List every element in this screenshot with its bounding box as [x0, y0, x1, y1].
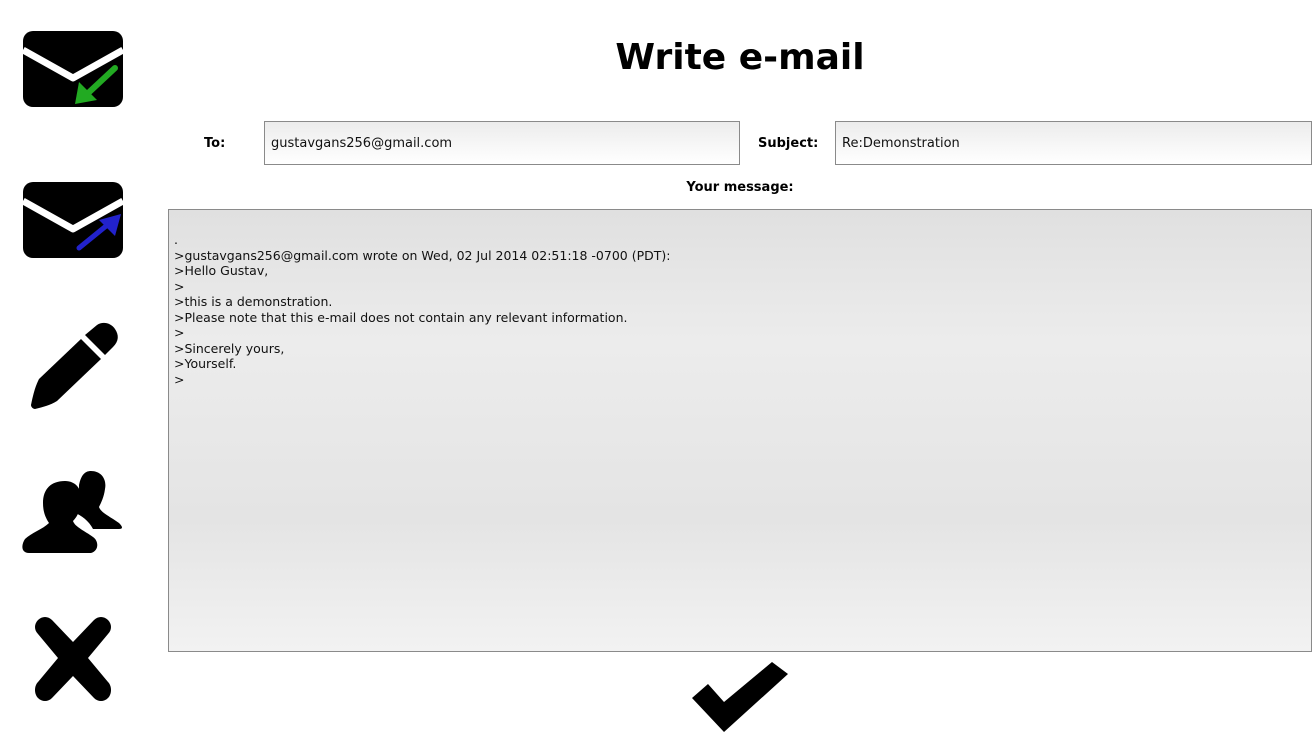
message-label: Your message: — [686, 180, 794, 195]
contacts-button[interactable] — [18, 466, 128, 556]
envelope-outgoing-icon — [21, 182, 125, 258]
sidebar — [0, 0, 150, 741]
to-field[interactable] — [264, 121, 740, 165]
close-button[interactable] — [18, 614, 128, 704]
compose-screen: Write e-mail To: Subject: Your message: … — [0, 0, 1312, 741]
compose-button[interactable] — [18, 320, 128, 410]
message-body[interactable]: . >gustavgans256@gmail.com wrote on Wed,… — [168, 209, 1312, 652]
page-title: Write e-mail — [615, 37, 865, 78]
envelope-incoming-icon — [21, 31, 125, 107]
people-icon — [22, 471, 122, 553]
subject-field[interactable] — [835, 121, 1312, 165]
subject-label: Subject: — [758, 136, 819, 151]
send-button[interactable] — [688, 660, 792, 734]
outbox-button[interactable] — [18, 172, 128, 262]
close-icon — [35, 617, 111, 701]
inbox-button[interactable] — [18, 24, 128, 114]
pencil-icon — [31, 322, 118, 409]
checkmark-icon — [692, 662, 788, 732]
to-label: To: — [204, 136, 226, 151]
